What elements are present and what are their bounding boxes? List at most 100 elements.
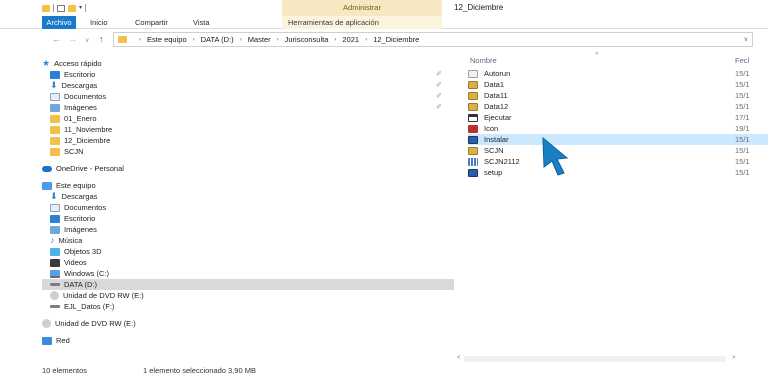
column-header-row: ^ Nombre Fecl (455, 52, 768, 66)
breadcrumb-data-d[interactable]: DATA (D:) (201, 35, 234, 44)
tab-archivo[interactable]: Archivo (42, 16, 76, 29)
cloud-icon (42, 165, 52, 172)
file-row-scjn2112[interactable]: SCJN2112 15/1 (468, 156, 768, 167)
pictures-icon (50, 103, 60, 112)
nav-item-red[interactable]: Red (42, 335, 70, 346)
nav-item-dvd-e-root[interactable]: Unidad de DVD RW (E:) (42, 318, 136, 329)
file-date: 15/1 (735, 157, 750, 166)
nav-item-pc-descargas[interactable]: ⬇ Descargas (50, 191, 97, 202)
breadcrumb-este-equipo[interactable]: Este equipo (147, 35, 187, 44)
pin-icon[interactable]: ✐ (436, 102, 442, 113)
customize-toolbar-icon[interactable]: ▾ (79, 4, 82, 12)
back-arrow-icon[interactable]: ← (52, 34, 61, 44)
document-icon (50, 92, 60, 101)
file-row-data12[interactable]: Data12 15/1 (468, 101, 768, 112)
breadcrumb-12-diciembre[interactable]: 12_Diciembre (373, 35, 419, 44)
tab-vista[interactable]: Vista (187, 16, 216, 29)
nav-item-label: Documentos (64, 203, 107, 212)
nav-item-label: Windows (C:) (64, 269, 110, 278)
column-header-name[interactable]: Nombre (470, 56, 497, 65)
nav-item-musica[interactable]: ♪ Música (50, 235, 82, 246)
nav-item-label: Objetos 3D (64, 247, 102, 256)
status-bar (0, 364, 768, 377)
nav-item-11-noviembre[interactable]: 11_Noviembre (50, 124, 112, 135)
folder-icon (50, 147, 60, 156)
nav-item-data-d[interactable]: DATA (D:) (42, 279, 454, 290)
up-arrow-icon[interactable]: ↑ (99, 34, 104, 44)
breadcrumb-master[interactable]: Master (248, 35, 271, 44)
file-name: Data1 (484, 80, 505, 89)
database-file-icon (468, 146, 478, 155)
file-row-instalar[interactable]: Instalar 15/1 (468, 134, 768, 145)
drive-icon (50, 305, 60, 308)
chevron-right-icon[interactable]: › (193, 37, 195, 43)
nav-item-12-diciembre[interactable]: 12_Diciembre (50, 135, 110, 146)
network-icon (42, 336, 52, 345)
file-name: setup (484, 168, 503, 177)
nav-item-imagenes[interactable]: Imágenes ✐ (50, 102, 454, 113)
video-icon (50, 258, 60, 267)
tab-inicio[interactable]: Inicio (84, 16, 114, 29)
file-name: Instalar (484, 135, 509, 144)
window-title: 12_Diciembre (454, 3, 504, 12)
nav-item-acceso-rapido[interactable]: ★ Acceso rápido (42, 58, 102, 69)
pin-icon[interactable]: ✐ (436, 80, 442, 91)
star-icon: ★ (42, 58, 51, 68)
scroll-right-icon[interactable]: > (732, 355, 736, 361)
folder-icon (50, 114, 60, 123)
breadcrumb-2021[interactable]: 2021 (342, 35, 359, 44)
nav-item-01-enero[interactable]: 01_Enero (50, 113, 97, 124)
scroll-left-icon[interactable]: < (457, 355, 461, 361)
breadcrumb-jurisconsulta[interactable]: Jurisconsulta (285, 35, 329, 44)
file-row-icon[interactable]: Icon 19/1 (468, 123, 768, 134)
pin-icon[interactable]: ✐ (436, 69, 442, 80)
recent-locations-icon[interactable]: ∨ (85, 36, 89, 46)
column-header-date[interactable]: Fecl (735, 56, 749, 65)
forward-arrow-icon[interactable]: → (68, 34, 77, 44)
item-count: 10 elementos (42, 366, 88, 375)
file-row-scjn[interactable]: SCJN 15/1 (468, 145, 768, 156)
chevron-right-icon[interactable]: › (240, 37, 242, 43)
file-date: 19/1 (735, 124, 750, 133)
nav-item-label: Acceso rápido (54, 59, 102, 68)
nav-item-dvd-e[interactable]: Unidad de DVD RW (E:) (50, 290, 144, 301)
nav-item-documentos[interactable]: Documentos ✐ (50, 91, 454, 102)
nav-item-scjn[interactable]: SCJN (50, 146, 84, 157)
nav-item-escritorio[interactable]: Escritorio ✐ (50, 69, 454, 80)
download-icon: ⬇ (50, 80, 58, 90)
nav-item-label: Descargas (61, 192, 98, 201)
chevron-right-icon[interactable]: › (277, 37, 279, 43)
nav-item-objetos-3d[interactable]: Objetos 3D (50, 246, 102, 257)
tab-herramientas-de-aplicacion[interactable]: Herramientas de aplicación (282, 16, 442, 29)
windows-drive-icon (50, 269, 60, 278)
tab-compartir[interactable]: Compartir (129, 16, 174, 29)
chevron-right-icon[interactable]: › (334, 37, 336, 43)
file-row-data11[interactable]: Data11 15/1 (468, 90, 768, 101)
nav-item-descargas[interactable]: ⬇ Descargas ✐ (50, 80, 454, 91)
chevron-right-icon[interactable]: › (139, 37, 141, 43)
new-folder-icon[interactable] (68, 4, 76, 12)
nav-item-pc-documentos[interactable]: Documentos (50, 202, 106, 213)
nav-item-windows-c[interactable]: Windows (C:) (50, 268, 109, 279)
nav-item-pc-escritorio[interactable]: Escritorio (50, 213, 95, 224)
nav-item-ejl-datos-f[interactable]: EJL_Datos (F:) (50, 301, 114, 312)
file-row-ejecutar[interactable]: Ejecutar 17/1 (468, 112, 768, 123)
file-row-autorun[interactable]: Autorun 15/1 (468, 68, 768, 79)
file-row-setup[interactable]: setup 15/1 (468, 167, 768, 178)
nav-item-videos[interactable]: Videos (50, 257, 87, 268)
nav-item-label: 01_Enero (64, 114, 97, 123)
address-bar[interactable]: › Este equipo › DATA (D:) › Master › Jur… (113, 32, 753, 47)
folder-icon[interactable] (42, 4, 50, 12)
file-row-data1[interactable]: Data1 15/1 (468, 79, 768, 90)
desktop-icon (50, 70, 60, 79)
chevron-down-icon[interactable]: ∨ (744, 36, 748, 43)
nav-item-label: Videos (64, 258, 87, 267)
nav-item-pc-imagenes[interactable]: Imágenes (50, 224, 97, 235)
pin-icon[interactable]: ✐ (436, 91, 442, 102)
folder-icon (50, 125, 60, 134)
chevron-right-icon[interactable]: › (365, 37, 367, 43)
nav-item-onedrive[interactable]: OneDrive - Personal (42, 163, 124, 174)
properties-icon[interactable] (57, 4, 65, 12)
scrollbar-thumb[interactable] (464, 356, 726, 362)
nav-item-este-equipo[interactable]: Este equipo (42, 180, 96, 191)
